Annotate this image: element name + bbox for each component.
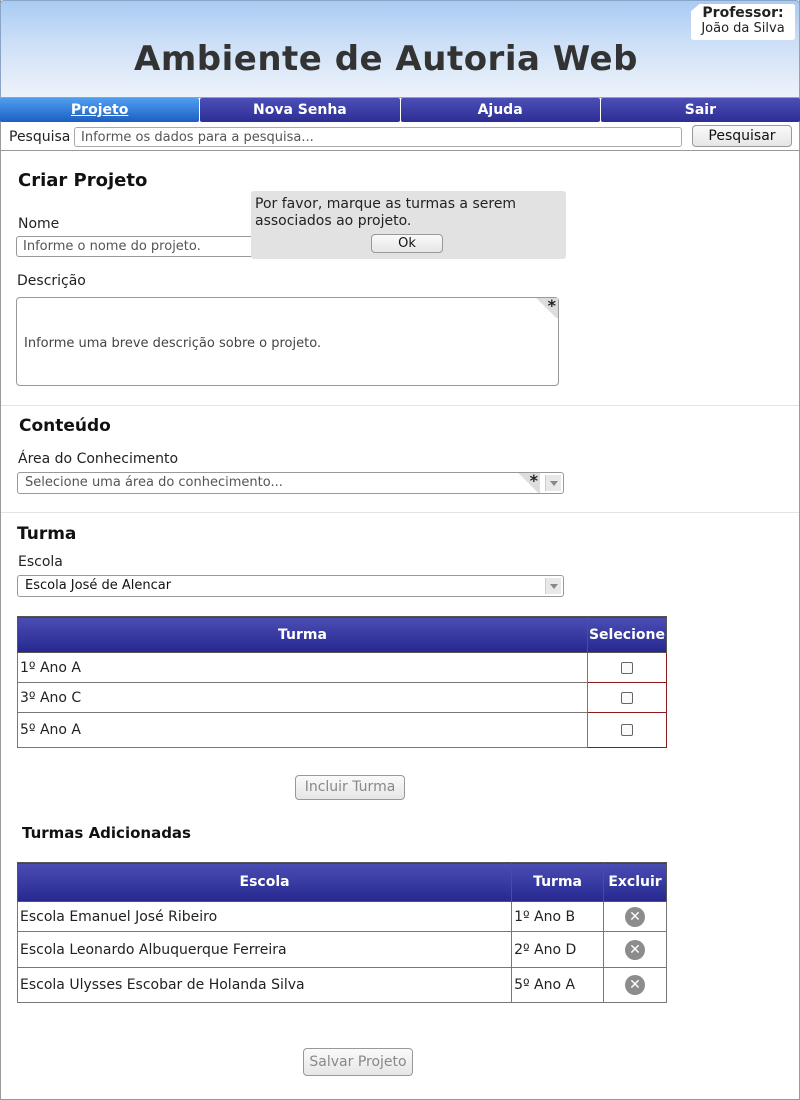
turma-cell: 3º Ano C [17, 682, 588, 713]
search-input[interactable] [74, 127, 682, 147]
salvar-projeto-button[interactable]: Salvar Projeto [303, 1048, 413, 1076]
escola-label: Escola [18, 554, 63, 570]
descricao-textarea[interactable]: Informe uma breve descrição sobre o proj… [16, 297, 559, 386]
turma-checkbox[interactable] [620, 724, 633, 736]
professor-name: João da Silva [701, 21, 785, 36]
close-circle-icon[interactable]: ✕ [625, 939, 645, 960]
search-button[interactable]: Pesquisar [692, 125, 792, 147]
area-select-placeholder: Selecione uma área do conhecimento... [25, 475, 283, 490]
section-title-turmas-adicionadas: Turmas Adicionadas [22, 824, 191, 842]
professor-label: Professor: [702, 5, 784, 21]
nav-item-sair[interactable]: Sair [600, 98, 800, 122]
column-header-selecione: Selecione [586, 616, 668, 653]
escola-select-value: Escola José de Alencar [25, 578, 172, 593]
column-header-turma: Turma [511, 862, 604, 902]
escola-cell: Escola Ulysses Escobar de Holanda Silva [16, 967, 513, 1003]
excluir-cell: ✕ [603, 901, 667, 932]
table-row: Escola Leonardo Albuquerque Ferreira 2º … [16, 931, 667, 968]
required-marker: * [534, 298, 558, 318]
search-label: Pesquisa [9, 129, 71, 145]
section-title-conteudo: Conteúdo [19, 416, 111, 436]
turma-cell: 1º Ano A [17, 652, 588, 683]
escola-cell: Escola Emanuel José Ribeiro [16, 901, 513, 932]
nav-item-ajuda[interactable]: Ajuda [400, 98, 600, 122]
escola-cell: Escola Leonardo Albuquerque Ferreira [16, 931, 513, 968]
area-label: Área do Conhecimento [18, 451, 179, 467]
section-title-criar-projeto: Criar Projeto [18, 170, 148, 191]
divider [1, 405, 799, 406]
professor-card: Professor: João da Silva [691, 4, 795, 40]
turmas-adicionadas-table: Escola Turma Excluir Escola Emanuel José… [16, 862, 667, 1003]
turma-checkbox[interactable] [620, 691, 633, 704]
excluir-cell: ✕ [603, 931, 667, 968]
search-bar: Pesquisa Pesquisar [0, 123, 800, 151]
nome-label: Nome [18, 216, 60, 232]
column-header-escola: Escola [16, 862, 513, 902]
descricao-label: Descrição [17, 273, 86, 289]
nav-item-projeto[interactable]: Projeto [0, 98, 200, 122]
dialog-ok-button[interactable]: Ok [371, 234, 443, 253]
table-row: 3º Ano C [17, 682, 668, 713]
nome-input[interactable]: Informe o nome do projeto. [16, 236, 266, 257]
descricao-placeholder: Informe uma breve descrição sobre o proj… [24, 336, 322, 351]
divider [1, 512, 799, 513]
close-circle-icon[interactable]: ✕ [625, 906, 645, 927]
app-header: Ambiente de Autoria Web Professor: João … [0, 0, 800, 98]
table-row: 5º Ano A [17, 712, 668, 748]
table-row: Escola Emanuel José Ribeiro 1º Ano B ✕ [16, 901, 667, 932]
table-row: 1º Ano A [17, 652, 668, 683]
table-row: Escola Ulysses Escobar de Holanda Silva … [16, 967, 667, 1003]
required-marker: * [516, 473, 540, 493]
chevron-down-icon [545, 578, 561, 594]
column-header-turma: Turma [17, 616, 588, 653]
incluir-turma-button[interactable]: Incluir Turma [295, 775, 405, 800]
turma-cell: 1º Ano B [511, 901, 604, 932]
excluir-cell: ✕ [603, 967, 667, 1003]
select-cell [586, 682, 668, 713]
turma-cell: 2º Ano D [511, 931, 604, 968]
close-circle-icon[interactable]: ✕ [625, 975, 645, 995]
select-cell [586, 652, 668, 683]
turma-table: Turma Selecione 1º Ano A 3º Ano C 5º Ano… [17, 616, 668, 748]
main-nav: Projeto Nova Senha Ajuda Sair [0, 98, 800, 122]
area-select[interactable]: Selecione uma área do conhecimento... [17, 472, 564, 494]
nav-item-nova-senha[interactable]: Nova Senha [200, 98, 400, 122]
select-cell [586, 712, 668, 748]
escola-select[interactable]: Escola José de Alencar [17, 575, 564, 597]
turma-checkbox[interactable] [620, 661, 633, 674]
column-header-excluir: Excluir [603, 862, 667, 902]
turma-cell: 5º Ano A [511, 967, 604, 1003]
dialog-message: Por favor, marque as turmas a serem asso… [255, 196, 517, 229]
app-title: Ambiente de Autoria Web [134, 39, 638, 79]
section-title-turma: Turma [17, 524, 77, 544]
chevron-down-icon [545, 475, 561, 491]
turma-cell: 5º Ano A [17, 712, 588, 748]
